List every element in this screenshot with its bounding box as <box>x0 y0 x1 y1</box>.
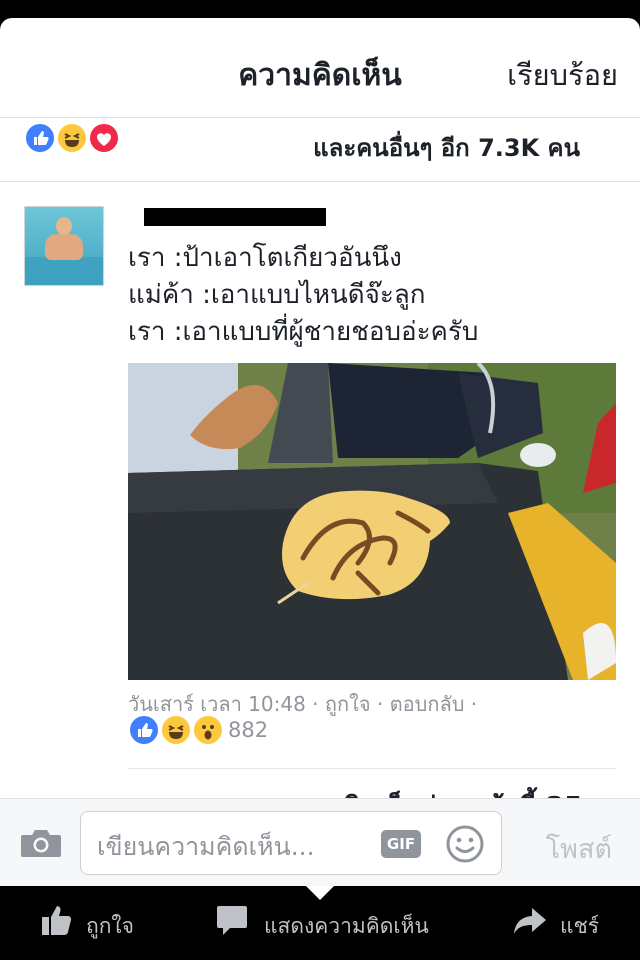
sticker-smiley-icon[interactable] <box>445 824 485 864</box>
like-action[interactable]: ถูกใจ <box>40 902 160 942</box>
thumbs-up-icon <box>42 906 72 935</box>
like-icon <box>24 122 56 154</box>
share-action-label: แชร์ <box>560 914 600 938</box>
share-arrow-icon <box>514 908 546 934</box>
wow-icon <box>192 714 224 746</box>
haha-icon <box>160 714 192 746</box>
haha-icon <box>56 122 88 154</box>
comment-bubble-icon <box>217 906 247 935</box>
done-button[interactable]: เรียบร้อย <box>507 52 618 98</box>
comment-input[interactable]: เขียนความคิดเห็น... GIF <box>80 811 502 875</box>
comment-composer: เขียนความคิดเห็น... GIF โพสต์ <box>0 798 640 886</box>
like-action-label: ถูกใจ <box>86 914 134 938</box>
post-button[interactable]: โพสต์ <box>546 827 612 870</box>
divider <box>128 768 616 769</box>
comment-action-label: แสดงความคิดเห็น <box>264 914 429 938</box>
pointer-notch <box>306 886 334 900</box>
comment-photo[interactable] <box>128 363 616 680</box>
comment-line: เรา :เอาแบบที่ผู้ชายชอบอ่ะครับ <box>128 317 479 347</box>
comments-sheet: ความคิดเห็น เรียบร้อย และคนอื่นๆ อีก 7.3… <box>0 18 640 886</box>
like-icon <box>128 714 160 746</box>
avatar-body <box>45 234 83 260</box>
gif-button[interactable]: GIF <box>381 830 421 858</box>
comment-line: เรา :ป้าเอาโตเกียวอันนึง <box>128 243 402 273</box>
comment-input-placeholder: เขียนความคิดเห็น... <box>97 832 315 861</box>
comment-line: แม่ค้า :เอาแบบไหนดีจ๊ะลูก <box>128 280 426 310</box>
action-bar: ถูกใจ แสดงความคิดเห็น แชร์ <box>0 886 640 960</box>
avatar-water <box>25 257 103 285</box>
avatar-head <box>56 217 72 235</box>
share-action[interactable]: แชร์ <box>512 902 622 942</box>
comment-action[interactable]: แสดงความคิดเห็น <box>216 902 456 942</box>
reactions-count-text: และคนอื่นๆ อีก 7.3K คน <box>313 134 580 162</box>
avatar[interactable] <box>24 206 104 286</box>
header: ความคิดเห็น เรียบร้อย <box>0 18 640 118</box>
comment-text: เรา :ป้าเอาโตเกียวอันนึง แม่ค้า :เอาแบบไ… <box>128 240 478 351</box>
comment-reaction-count: 882 <box>228 718 269 742</box>
commenter-name-redacted <box>144 208 326 226</box>
camera-icon[interactable] <box>20 827 62 859</box>
reactions-summary[interactable]: และคนอื่นๆ อีก 7.3K คน <box>0 118 640 182</box>
love-icon <box>88 122 120 154</box>
